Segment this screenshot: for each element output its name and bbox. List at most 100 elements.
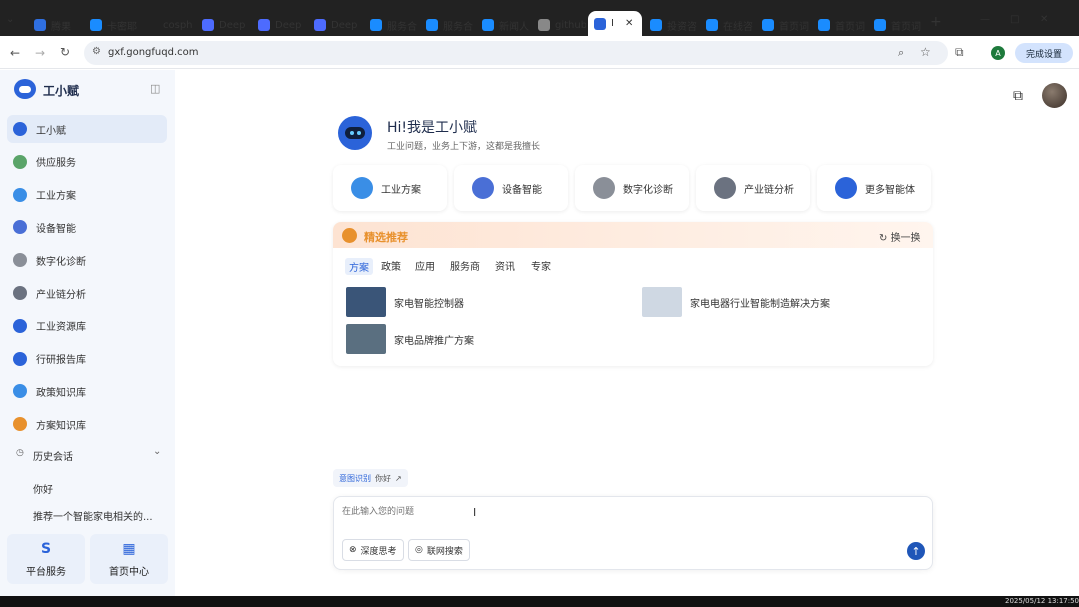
user-avatar[interactable]	[1042, 83, 1067, 108]
sidebar-item[interactable]: 数字化诊断	[7, 246, 167, 274]
quick-action-button[interactable]: 数字化诊断	[575, 165, 689, 211]
recommend-tab[interactable]: 服务商	[450, 258, 480, 273]
browser-tab[interactable]: 在线咨	[700, 14, 754, 36]
quick-action-button[interactable]: 设备智能	[454, 165, 568, 211]
extensions-icon[interactable]: ⧉	[955, 45, 964, 60]
history-header[interactable]: 历史会话	[33, 448, 73, 463]
tab-label: 首页词	[891, 21, 921, 33]
browser-tab[interactable]: 投资咨	[644, 14, 698, 36]
url-text[interactable]: gxf.gongfuqd.com	[108, 47, 198, 58]
refresh-label: 换一换	[890, 233, 921, 244]
browser-tab[interactable]: I ✕	[588, 11, 642, 36]
browser-tab[interactable]: 新闻人	[476, 14, 530, 36]
tab-favicon-icon	[762, 19, 774, 31]
recommend-tab[interactable]: 应用	[415, 258, 435, 273]
recommend-tab[interactable]: 方案	[345, 258, 373, 275]
refresh-icon: ↻	[879, 233, 891, 244]
profile-avatar[interactable]: A	[991, 46, 1005, 60]
platform-service-label: 平台服务	[26, 566, 66, 578]
maximize-icon[interactable]: □	[1010, 14, 1019, 25]
sidebar-item-icon	[13, 417, 27, 432]
sidebar-item-label: 工业资源库	[36, 322, 86, 334]
browser-tab[interactable]: cosph	[140, 14, 194, 36]
quick-action-icon	[714, 177, 736, 199]
window-switch-icon[interactable]: ⧉	[1013, 88, 1023, 104]
browser-tab[interactable]: Deep	[196, 14, 250, 36]
taskbar-clock: 2025/05/12 13:17:50	[1005, 597, 1079, 605]
browser-tab[interactable]: 首页词	[868, 14, 922, 36]
recommend-item[interactable]: 家电智能控制器	[346, 287, 464, 317]
sidebar-item[interactable]: 政策知识库	[7, 377, 167, 405]
tab-label: 首页词	[835, 21, 865, 33]
recommend-tab[interactable]: 资讯	[495, 258, 515, 273]
close-window-icon[interactable]: ✕	[1040, 14, 1048, 25]
address-bar[interactable]	[84, 41, 948, 65]
tab-label: 服务合	[443, 21, 473, 33]
tab-favicon-icon	[202, 19, 214, 31]
sidebar-item[interactable]: 工小赋	[7, 115, 167, 143]
tab-label: Deep	[331, 19, 358, 31]
refresh-button[interactable]: ↻ 换一换	[879, 229, 921, 244]
bookmark-star-icon[interactable]: ☆	[920, 45, 931, 59]
recommend-item[interactable]: 家电品牌推广方案	[346, 324, 474, 354]
platform-service-button[interactable]: S 平台服务	[7, 534, 85, 584]
browser-tab[interactable]: 卡密耶	[84, 14, 138, 36]
close-tab-icon[interactable]: ✕	[625, 18, 633, 29]
tab-search-icon[interactable]: ⌄	[6, 14, 22, 34]
sidebar-item[interactable]: 方案知识库	[7, 410, 167, 438]
zoom-icon[interactable]: ⌕	[898, 46, 904, 60]
recommend-item[interactable]: 家电电器行业智能制造解决方案	[642, 287, 830, 317]
browser-tab[interactable]: Deep	[308, 14, 362, 36]
tab-label: github	[555, 19, 586, 31]
sidebar-item-label: 工业方案	[36, 191, 76, 203]
web-search-label: 联网搜索	[426, 546, 463, 557]
new-tab-icon[interactable]: +	[930, 14, 942, 30]
home-center-button[interactable]: ▦ 首页中心	[90, 534, 168, 584]
deep-think-button[interactable]: ⊗ 深度思考	[342, 539, 404, 561]
sidebar-item[interactable]: 产业链分析	[7, 279, 167, 307]
forward-icon[interactable]: →	[35, 46, 45, 60]
profile-button[interactable]: 完成设置	[1015, 43, 1073, 63]
history-item[interactable]: 推荐一个智能家电相关的...	[33, 508, 153, 523]
browser-tab[interactable]: Deep	[252, 14, 306, 36]
intent-tag[interactable]: 意图识别 你好 ↗	[333, 469, 408, 487]
arrow-up-icon: ↑	[911, 544, 921, 558]
sidebar-item-icon	[13, 187, 27, 202]
collapse-sidebar-icon[interactable]: ◫	[150, 82, 160, 95]
reload-icon[interactable]: ↻	[60, 45, 70, 59]
recommend-title: 精选推荐	[364, 231, 408, 244]
browser-tab[interactable]: 首页词	[812, 14, 866, 36]
send-button[interactable]: ↑	[907, 542, 925, 560]
back-icon[interactable]: ←	[10, 46, 20, 60]
sidebar-item[interactable]: 设备智能	[7, 213, 167, 241]
browser-tab[interactable]: 腾果	[28, 14, 82, 36]
brand-logo-icon	[14, 79, 36, 99]
quick-action-button[interactable]: 工业方案	[333, 165, 447, 211]
quick-action-label: 更多智能体	[865, 184, 915, 196]
minimize-icon[interactable]: —	[980, 14, 990, 25]
quick-action-icon	[472, 177, 494, 199]
history-item[interactable]: 你好	[33, 481, 53, 496]
chat-input[interactable]	[340, 504, 740, 520]
tab-label: 腾果	[51, 21, 71, 33]
quick-action-button[interactable]: 产业链分析	[696, 165, 810, 211]
tab-favicon-icon	[706, 19, 718, 31]
browser-tab[interactable]: 服务合	[364, 14, 418, 36]
chevron-down-icon[interactable]: ⌄	[153, 446, 161, 457]
tab-favicon-icon	[426, 19, 438, 31]
sidebar-item[interactable]: 行研报告库	[7, 345, 167, 373]
sidebar-item[interactable]: 供应服务	[7, 148, 167, 176]
browser-tab[interactable]: 首页词	[756, 14, 810, 36]
browser-tab[interactable]: 服务合	[420, 14, 474, 36]
recommend-tab[interactable]: 专家	[531, 258, 551, 273]
web-search-button[interactable]: ◎ 联网搜索	[408, 539, 470, 561]
sidebar-item[interactable]: 工业资源库	[7, 312, 167, 340]
recommend-tab[interactable]: 政策	[381, 258, 401, 273]
recommend-thumbnail	[346, 324, 386, 354]
browser-tab[interactable]: github	[532, 14, 586, 36]
site-info-icon[interactable]: ⚙	[92, 46, 101, 57]
recommend-thumbnail	[346, 287, 386, 317]
quick-action-button[interactable]: 更多智能体	[817, 165, 931, 211]
sidebar-item[interactable]: 工业方案	[7, 181, 167, 209]
arrow-out-icon: ↗	[395, 473, 402, 483]
